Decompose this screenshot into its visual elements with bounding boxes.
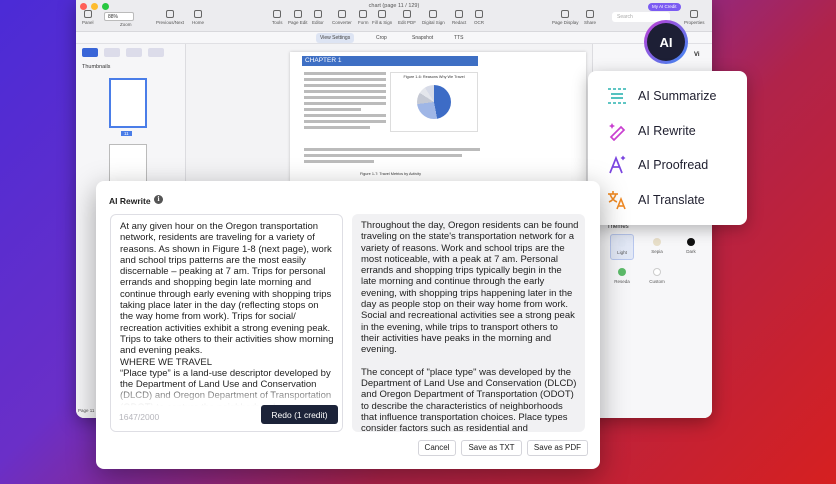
page-thumbnail[interactable]: 11 [109, 78, 147, 136]
pie-graphic [417, 85, 451, 119]
tab-search[interactable] [148, 48, 164, 57]
ai-tools-menu: AI Summarize AI Rewrite AI Proofread AI … [588, 71, 747, 225]
panel-button[interactable]: Panel [82, 10, 94, 25]
theme-reseda[interactable]: Reseda [610, 264, 634, 290]
thumbnail-page-number: 11 [121, 131, 132, 136]
properties-icon [690, 10, 699, 18]
edit-pdf-button[interactable]: Edit PDF [398, 10, 416, 25]
menu-item-ai-rewrite[interactable]: AI Rewrite [588, 114, 747, 149]
share-icon [586, 10, 594, 18]
menu-item-ai-proofread[interactable]: AI Proofread [588, 148, 747, 183]
redact-button[interactable]: Redact [452, 10, 466, 25]
menu-item-ai-translate[interactable]: AI Translate [588, 183, 747, 218]
tab-annotations[interactable] [126, 48, 142, 57]
add-icon [653, 268, 661, 276]
thumbnails-heading: Thumbnails [82, 64, 111, 70]
properties-button[interactable]: Properties [684, 10, 705, 25]
tab-thumbnails[interactable] [82, 48, 98, 57]
summarize-icon [606, 85, 628, 107]
previous-next-button[interactable]: Previous/Next [156, 10, 184, 25]
zoom-select[interactable]: 88% [104, 12, 134, 21]
menu-item-ai-summarize[interactable]: AI Summarize [588, 79, 747, 114]
ai-assistant-button[interactable]: AI [644, 20, 688, 64]
figure-pie-chart: Figure 1-6: Reasons Why We Travel [390, 72, 478, 132]
page-edit-button[interactable]: Page Edit [288, 10, 308, 25]
snapshot-button[interactable]: Snapshot [408, 33, 437, 43]
figure-title: Figure 1-6: Reasons Why We Travel [403, 75, 465, 79]
tts-button[interactable]: TTS [450, 33, 467, 43]
page-edit-icon [293, 10, 302, 18]
view-settings-button[interactable]: View Settings [316, 33, 355, 43]
tools-icon [273, 10, 282, 18]
tab-bookmarks[interactable] [104, 48, 120, 57]
original-text-pane[interactable]: At any given hour on the Oregon transpor… [110, 214, 343, 432]
theme-light[interactable]: Light [610, 234, 634, 260]
rewritten-text-pane[interactable]: Throughout the day, Oregon residents can… [352, 214, 585, 432]
theme-swatch [687, 238, 695, 246]
editor-button[interactable]: Editor [312, 10, 324, 25]
form-button[interactable]: Form [358, 10, 369, 25]
crop-button[interactable]: Crop [372, 33, 391, 43]
arrow-up-icon [166, 10, 174, 18]
info-icon[interactable]: i [154, 195, 163, 204]
eye-icon [561, 10, 570, 18]
home-icon [194, 10, 202, 18]
ocr-button[interactable]: OCR [474, 10, 484, 25]
sidebar-tabs [76, 44, 185, 60]
theme-dark[interactable]: Dark [679, 234, 703, 260]
converter-icon [337, 10, 346, 18]
theme-swatch [618, 239, 626, 247]
redo-button[interactable]: Redo (1 credit) [261, 405, 338, 424]
ocr-icon [475, 10, 483, 18]
pdf-page: CHAPTER 1 Figure 1-6: Reasons Why We Tra… [290, 52, 586, 182]
converter-button[interactable]: Converter [332, 10, 352, 25]
theme-sepia[interactable]: Sepia [645, 234, 669, 260]
ai-rewrite-dialog: AI Rewrite i At any given hour on the Or… [96, 181, 600, 469]
home-button[interactable]: Home [192, 10, 204, 25]
ai-logo-icon: AI [647, 23, 685, 61]
page-display-button[interactable]: Page Display [552, 10, 579, 25]
fill-sign-icon [378, 10, 387, 18]
share-button[interactable]: Share [584, 10, 596, 25]
save-as-txt-button[interactable]: Save as TXT [461, 440, 522, 456]
zoom-label: Zoom [120, 22, 132, 27]
redact-icon [455, 10, 464, 18]
page-body-text [304, 148, 480, 166]
cancel-button[interactable]: Cancel [418, 440, 456, 456]
form-icon [359, 10, 368, 18]
editor-icon [313, 10, 322, 18]
panel-icon [83, 10, 92, 18]
character-counter: 1647/2000 [119, 412, 160, 422]
edit-pdf-icon [403, 10, 411, 18]
main-toolbar: chart (page 11 / 129) Panel 88% Zoom Pre… [76, 0, 712, 32]
window-title: chart (page 11 / 129) [368, 3, 420, 9]
theme-custom[interactable]: Custom [645, 264, 669, 290]
tools-button[interactable]: Tools [272, 10, 283, 25]
translate-icon [606, 189, 628, 211]
dialog-title: AI Rewrite [109, 196, 151, 206]
save-as-pdf-button[interactable]: Save as PDF [527, 440, 588, 456]
theme-swatch [653, 238, 661, 246]
chapter-heading: CHAPTER 1 [302, 56, 478, 66]
digital-sign-icon [429, 10, 438, 18]
ai-credit-badge[interactable]: My AI Credit [648, 3, 681, 11]
fill-sign-button[interactable]: Fill & Sign [372, 10, 392, 25]
proofread-icon [606, 154, 628, 176]
page-indicator: Page 11 [78, 408, 95, 413]
digital-sign-button[interactable]: Digital Sign [422, 10, 445, 25]
rewritten-text: Throughout the day, Oregon residents can… [361, 220, 579, 432]
page-body-text [304, 72, 386, 132]
theme-swatch [618, 268, 626, 276]
secondary-toolbar: View Settings Crop Snapshot TTS [76, 32, 712, 44]
view-panel-label: Vi [694, 52, 700, 58]
figure-caption: Figure 1-7: Travel Metrics by Activity [360, 172, 421, 176]
rewrite-icon [606, 120, 628, 142]
